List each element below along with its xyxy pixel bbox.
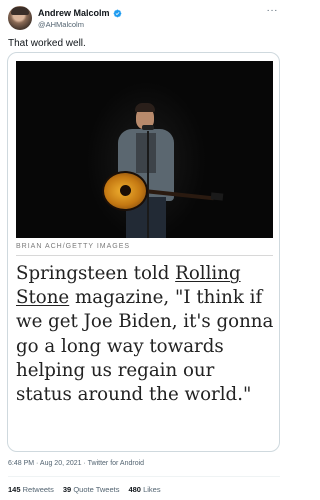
tweet-timestamp[interactable]: 6:48 PM · Aug 20, 2021 · Twitter for And…: [8, 460, 144, 467]
divider: [16, 255, 273, 256]
avatar[interactable]: [8, 6, 32, 30]
quote-tweets-stat[interactable]: 39 Quote Tweets: [63, 485, 120, 494]
concert-photo: [16, 61, 273, 238]
engagement-stats: 145 Retweets 39 Quote Tweets 480 Likes: [8, 485, 161, 494]
photo-credit: BRIAN ACH/GETTY IMAGES: [16, 243, 131, 250]
quote-line: Springsteen told Rolling: [16, 263, 241, 284]
quote-line: go a long way towards: [16, 335, 224, 357]
tweet-card: Andrew Malcolm @AHMalcolm ··· That worke…: [0, 0, 286, 500]
likes-stat[interactable]: 480 Likes: [128, 485, 160, 494]
quote-line: Stone magazine, "I think if: [16, 287, 263, 309]
tweet-header: Andrew Malcolm @AHMalcolm ···: [8, 6, 280, 32]
verified-badge-icon: [113, 9, 121, 17]
media-attachment[interactable]: BRIAN ACH/GETTY IMAGES Springsteen told …: [7, 52, 280, 452]
display-name[interactable]: Andrew Malcolm: [38, 8, 110, 18]
handle[interactable]: @AHMalcolm: [38, 20, 84, 29]
retweets-stat[interactable]: 145 Retweets: [8, 485, 54, 494]
quote-line: we get Joe Biden, it's gonna: [16, 311, 274, 333]
microphone-icon: [142, 125, 154, 130]
divider: [8, 476, 280, 477]
name-row: Andrew Malcolm: [38, 8, 122, 18]
tweet-text: That worked well.: [8, 38, 86, 49]
quote-line: status around the world.": [16, 384, 252, 406]
quote-text: Springsteen told Rolling Stone magazine,…: [16, 262, 274, 407]
quote-line: helping us regain our: [16, 359, 215, 381]
more-options-icon[interactable]: ···: [267, 6, 279, 16]
